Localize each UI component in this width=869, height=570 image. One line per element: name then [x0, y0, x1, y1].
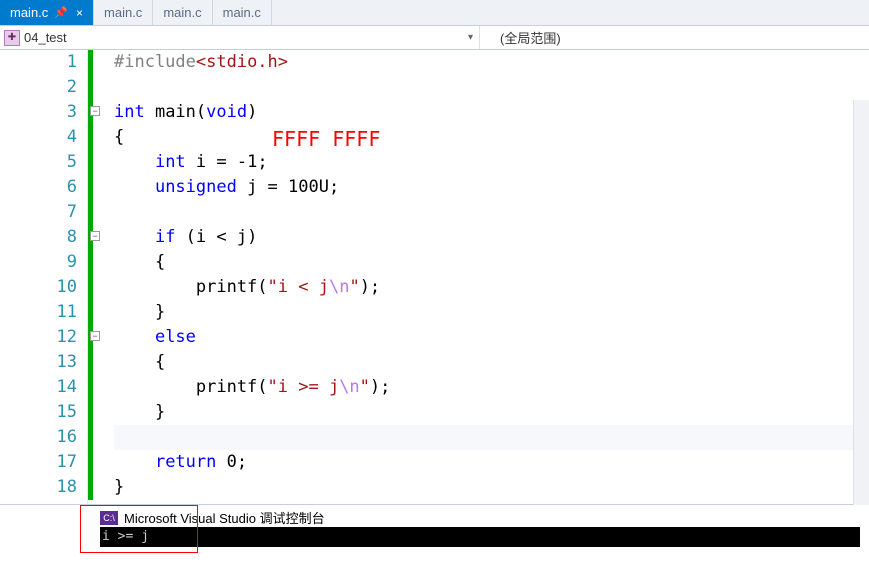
line-number: 14: [0, 375, 77, 400]
token: main(: [145, 102, 206, 122]
line-number: 11: [0, 300, 77, 325]
tab-main-c-active[interactable]: main.c 📌 ×: [0, 0, 94, 25]
line-number: 10: [0, 275, 77, 300]
vertical-scrollbar[interactable]: [853, 100, 869, 555]
token-keyword: int: [114, 102, 145, 122]
debug-console-area: C:\ Microsoft Visual Studio 调试控制台 i >= j: [0, 505, 869, 569]
project-name: 04_test: [24, 30, 67, 45]
line-number: 3: [0, 100, 77, 125]
token: ): [247, 102, 257, 122]
line-number: 9: [0, 250, 77, 275]
annotation-ffff: FFFF FFFF: [272, 127, 380, 152]
code-area[interactable]: FFFF FFFF #include<stdio.h> int main(voi…: [102, 50, 869, 504]
token: }: [114, 302, 165, 322]
scope-label: (全局范围): [500, 31, 561, 46]
token-include: <stdio.h>: [196, 52, 288, 72]
token: {: [114, 127, 124, 147]
token-string: "i >= j: [268, 377, 340, 397]
token-preproc: #include: [114, 52, 196, 72]
line-number: 12: [0, 325, 77, 350]
line-number: 5: [0, 150, 77, 175]
pin-icon[interactable]: 📌: [54, 6, 68, 19]
chevron-down-icon[interactable]: ▾: [468, 32, 473, 43]
token-keyword: else: [155, 327, 196, 347]
tab-label: main.c: [163, 5, 201, 20]
scope-bar: ✚ 04_test ▾ (全局范围): [0, 26, 869, 50]
token: [114, 227, 155, 247]
fold-toggle-icon[interactable]: −: [90, 331, 100, 341]
token: }: [114, 402, 165, 422]
token-keyword: return: [155, 452, 216, 472]
project-scope-dropdown[interactable]: ✚ 04_test ▾: [0, 26, 480, 49]
fold-toggle-icon[interactable]: −: [90, 231, 100, 241]
fold-gutter: − − −: [88, 50, 102, 504]
token: {: [114, 352, 165, 372]
fold-toggle-icon[interactable]: −: [90, 106, 100, 116]
token: printf(: [114, 277, 268, 297]
console-output[interactable]: i >= j: [100, 527, 860, 547]
change-marker: [88, 50, 93, 500]
tab-main-c-1[interactable]: main.c: [94, 0, 153, 25]
line-number: 8: [0, 225, 77, 250]
token: }: [114, 477, 124, 497]
console-output-line: i >= j: [102, 529, 149, 544]
line-number: 1: [0, 50, 77, 75]
line-number: 2: [0, 75, 77, 100]
token-string: "i < j: [268, 277, 329, 297]
token-keyword: unsigned: [155, 177, 237, 197]
token: 0;: [216, 452, 247, 472]
token: (i < j): [175, 227, 257, 247]
token-keyword: if: [155, 227, 175, 247]
token: [114, 177, 155, 197]
line-number: 7: [0, 200, 77, 225]
line-number: 15: [0, 400, 77, 425]
token: );: [370, 377, 390, 397]
token: [114, 452, 155, 472]
line-number: 16: [0, 425, 77, 450]
console-title: Microsoft Visual Studio 调试控制台: [124, 508, 325, 527]
tab-label: main.c: [104, 5, 142, 20]
token: {: [114, 252, 165, 272]
tab-main-c-2[interactable]: main.c: [153, 0, 212, 25]
token-string: ": [349, 277, 359, 297]
tab-label: main.c: [10, 5, 48, 20]
token-keyword: int: [155, 152, 186, 172]
token: [114, 152, 155, 172]
token: i = -1;: [186, 152, 268, 172]
console-icon: C:\: [100, 511, 118, 525]
code-editor[interactable]: 1 2 3 4 5 6 7 8 9 10 11 12 13 14 15 16 1…: [0, 50, 869, 505]
tab-label: main.c: [223, 5, 261, 20]
tab-main-c-3[interactable]: main.c: [213, 0, 272, 25]
line-number: 4: [0, 125, 77, 150]
token: printf(: [114, 377, 268, 397]
token: [114, 327, 155, 347]
line-number: 13: [0, 350, 77, 375]
line-number: 18: [0, 475, 77, 500]
line-number: 17: [0, 450, 77, 475]
member-scope-dropdown[interactable]: (全局范围): [480, 28, 869, 47]
close-icon[interactable]: ×: [76, 6, 83, 20]
line-number: 6: [0, 175, 77, 200]
line-number-gutter: 1 2 3 4 5 6 7 8 9 10 11 12 13 14 15 16 1…: [0, 50, 88, 504]
token-escape: \n: [329, 277, 349, 297]
project-icon: ✚: [4, 30, 20, 46]
token-escape: \n: [339, 377, 359, 397]
tab-bar: main.c 📌 × main.c main.c main.c: [0, 0, 869, 26]
token-string: ": [360, 377, 370, 397]
console-titlebar: C:\ Microsoft Visual Studio 调试控制台: [100, 508, 325, 527]
token-keyword: void: [206, 102, 247, 122]
token: j = 100U;: [237, 177, 339, 197]
token: );: [360, 277, 380, 297]
